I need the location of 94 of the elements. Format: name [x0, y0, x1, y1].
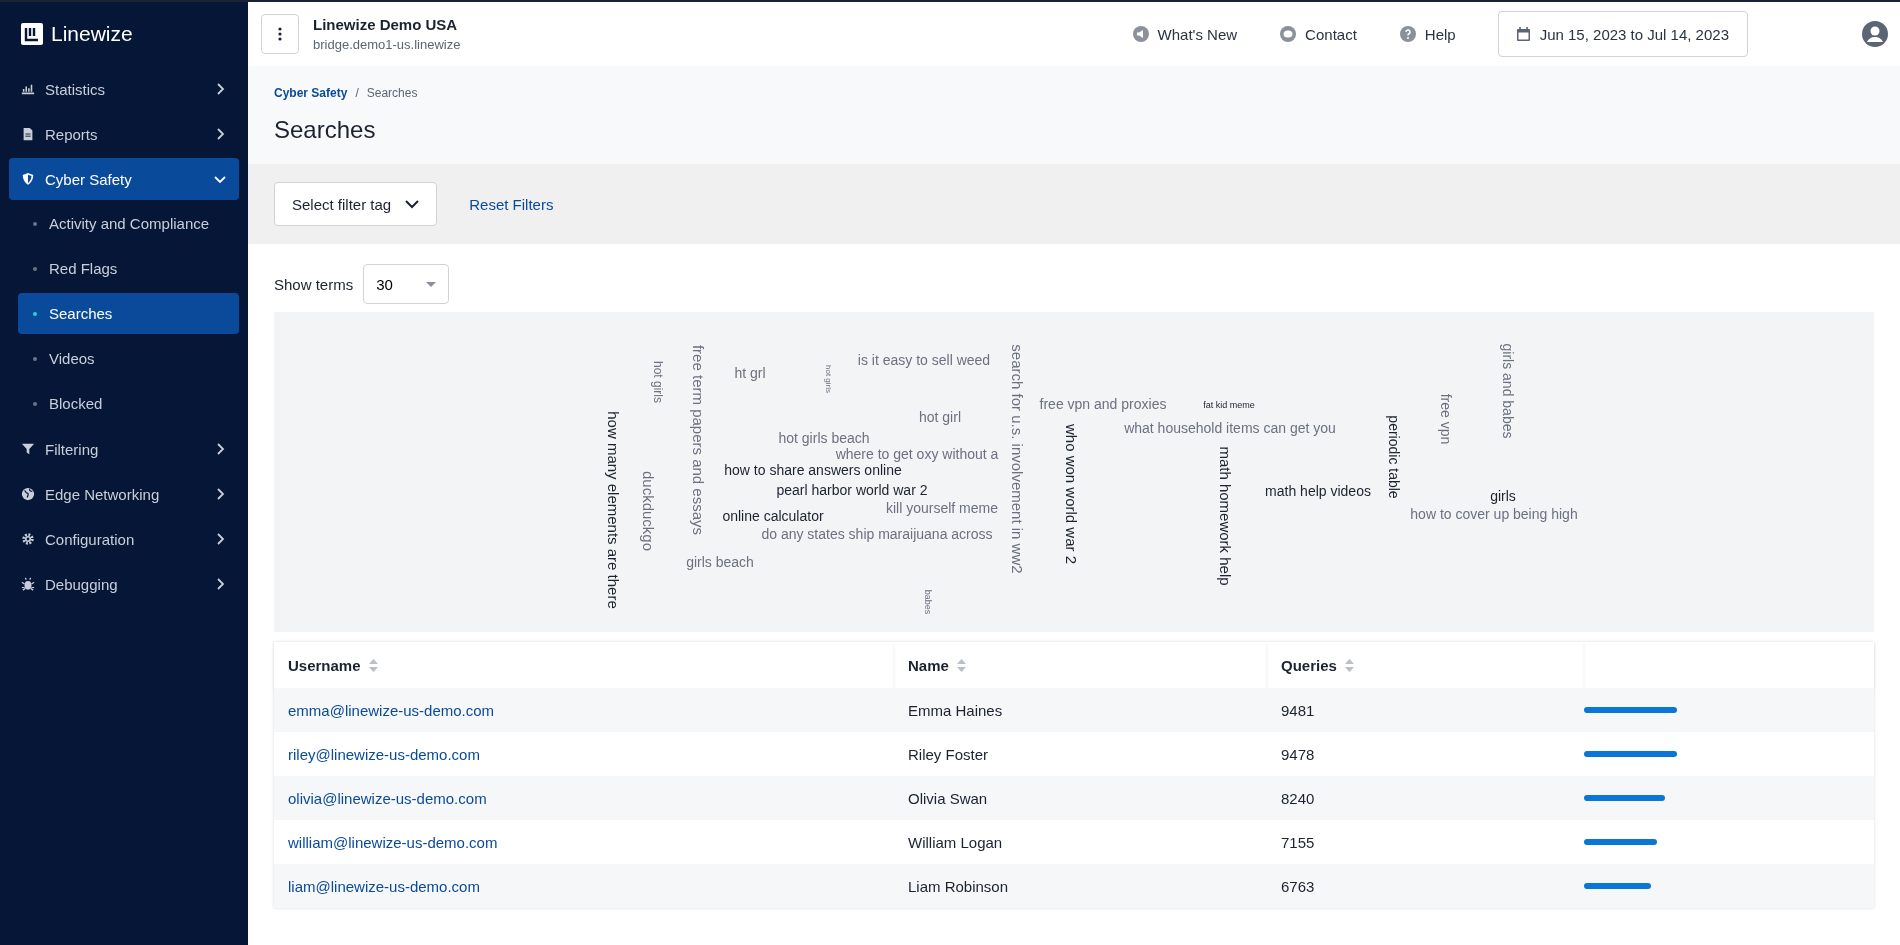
- shield-icon: [21, 172, 35, 186]
- sidebar-subitem[interactable]: Blocked: [18, 383, 239, 424]
- sidebar-item[interactable]: Statistics: [9, 68, 239, 110]
- column-header[interactable]: Name: [908, 656, 949, 674]
- show-terms-dropdown[interactable]: 30: [363, 264, 450, 304]
- search-term[interactable]: how many elements are there: [605, 411, 621, 609]
- search-term[interactable]: where to get oxy without a: [835, 447, 999, 461]
- search-term[interactable]: hot girl: [919, 410, 961, 424]
- breadcrumb-separator: /: [355, 86, 359, 100]
- bug-icon: [21, 577, 35, 591]
- megaphone-icon: [1131, 25, 1150, 43]
- username-link[interactable]: emma@linewize-us-demo.com: [288, 701, 495, 719]
- search-term[interactable]: pearl harbor world war 2: [776, 483, 928, 497]
- name-cell: Olivia Swan: [908, 789, 988, 807]
- name-cell: Liam Robinson: [908, 877, 1009, 895]
- header-link[interactable]: Contact: [1279, 25, 1357, 43]
- help-icon: [1398, 25, 1417, 43]
- caret-down-icon: [426, 281, 437, 287]
- search-term[interactable]: how to share answers online: [724, 463, 902, 477]
- brand-name: Linewize: [51, 22, 133, 46]
- kebab-icon: [278, 27, 282, 41]
- sidebar-item[interactable]: Cyber Safety: [9, 158, 239, 200]
- search-term[interactable]: hot girls: [824, 365, 832, 393]
- chat-bubble-icon: [1279, 25, 1298, 43]
- search-term[interactable]: hot girls: [652, 361, 664, 403]
- search-term[interactable]: do any states ship maraijuana across: [761, 527, 993, 541]
- search-term[interactable]: free vpn and proxies: [1039, 397, 1167, 411]
- search-term[interactable]: periodic table: [1387, 415, 1401, 499]
- gear-icon: [21, 532, 35, 546]
- username-link[interactable]: liam@linewize-us-demo.com: [288, 877, 480, 895]
- search-term[interactable]: girls: [1490, 489, 1516, 503]
- sort-icon[interactable]: [1344, 658, 1354, 672]
- username-link[interactable]: olivia@linewize-us-demo.com: [288, 789, 487, 807]
- search-term[interactable]: online calculator: [722, 509, 824, 523]
- search-term[interactable]: math homework help: [1217, 446, 1233, 586]
- search-term[interactable]: is it easy to sell weed: [857, 353, 991, 367]
- queries-cell: 8240: [1281, 789, 1315, 807]
- search-term[interactable]: duckduckgo: [640, 470, 656, 552]
- search-term[interactable]: fat kid meme: [1203, 400, 1255, 410]
- search-term[interactable]: girls beach: [686, 555, 754, 569]
- chevron-down-icon: [405, 199, 420, 209]
- host-name: bridge.demo1-us.linewize: [313, 37, 462, 52]
- search-term[interactable]: free vpn: [1439, 393, 1453, 445]
- queries-cell: 6763: [1281, 877, 1315, 895]
- sidebar-subitem[interactable]: Videos: [18, 338, 239, 379]
- breadcrumb-link[interactable]: Cyber Safety: [274, 86, 348, 100]
- organization-name: Linewize Demo USA: [313, 16, 459, 33]
- funnel-icon: [21, 442, 35, 456]
- sort-icon[interactable]: [368, 658, 378, 672]
- username-link[interactable]: william@linewize-us-demo.com: [288, 833, 498, 851]
- search-term[interactable]: search for u.s. involvement in ww2: [1009, 344, 1025, 574]
- user-avatar-icon[interactable]: [1862, 21, 1888, 47]
- sidebar-subitem[interactable]: Red Flags: [18, 248, 239, 289]
- username-link[interactable]: riley@linewize-us-demo.com: [288, 745, 480, 763]
- column-header[interactable]: Username: [288, 656, 361, 674]
- globe-icon: [21, 487, 35, 501]
- sidebar-item[interactable]: Configuration: [9, 518, 239, 560]
- filter-tag-select[interactable]: Select filter tag: [274, 182, 438, 226]
- sidebar-subitem[interactable]: Activity and Compliance: [18, 203, 239, 244]
- sidebar-subitem[interactable]: Searches: [18, 293, 239, 334]
- page-title: Searches: [274, 116, 377, 144]
- logo-icon: [21, 23, 43, 45]
- search-term[interactable]: girls and babes: [1501, 343, 1515, 439]
- calendar-icon: [1516, 27, 1530, 41]
- search-term[interactable]: how to cover up being high: [1410, 507, 1578, 521]
- reset-filters-button[interactable]: Reset Filters: [469, 195, 554, 213]
- menu-button[interactable]: [261, 14, 299, 54]
- search-term[interactable]: math help videos: [1265, 484, 1371, 498]
- queries-cell: 7155: [1281, 833, 1315, 851]
- document-icon: [21, 127, 35, 141]
- header-link[interactable]: Help: [1398, 25, 1456, 43]
- search-term[interactable]: what household items can get you: [1124, 421, 1336, 435]
- date-range-button[interactable]: Jun 15, 2023 to Jul 14, 2023: [1497, 11, 1748, 57]
- sidebar-item[interactable]: Debugging: [9, 563, 239, 605]
- sort-icon[interactable]: [956, 658, 966, 672]
- search-term[interactable]: kill yourself meme: [886, 501, 998, 515]
- show-terms-label: Show terms: [274, 275, 354, 293]
- sidebar-item[interactable]: Reports: [9, 113, 239, 155]
- search-term[interactable]: ht grl: [734, 366, 766, 380]
- queries-cell: 9481: [1281, 701, 1315, 719]
- name-cell: Emma Haines: [908, 701, 1003, 719]
- search-term[interactable]: babes: [922, 589, 932, 615]
- search-term[interactable]: free term papers and essays: [690, 344, 706, 536]
- chart-icon: [21, 82, 35, 96]
- column-header[interactable]: Queries: [1281, 656, 1337, 674]
- queries-cell: 9478: [1281, 745, 1315, 763]
- sidebar-item[interactable]: Edge Networking: [9, 473, 239, 515]
- search-term[interactable]: hot girls beach: [778, 431, 870, 445]
- breadcrumb-current: Searches: [366, 86, 418, 100]
- header-link[interactable]: What's New: [1131, 25, 1238, 43]
- search-term[interactable]: who won world war 2: [1063, 423, 1079, 565]
- sidebar-item[interactable]: Filtering: [9, 428, 239, 470]
- name-cell: Riley Foster: [908, 745, 989, 763]
- name-cell: William Logan: [908, 833, 1003, 851]
